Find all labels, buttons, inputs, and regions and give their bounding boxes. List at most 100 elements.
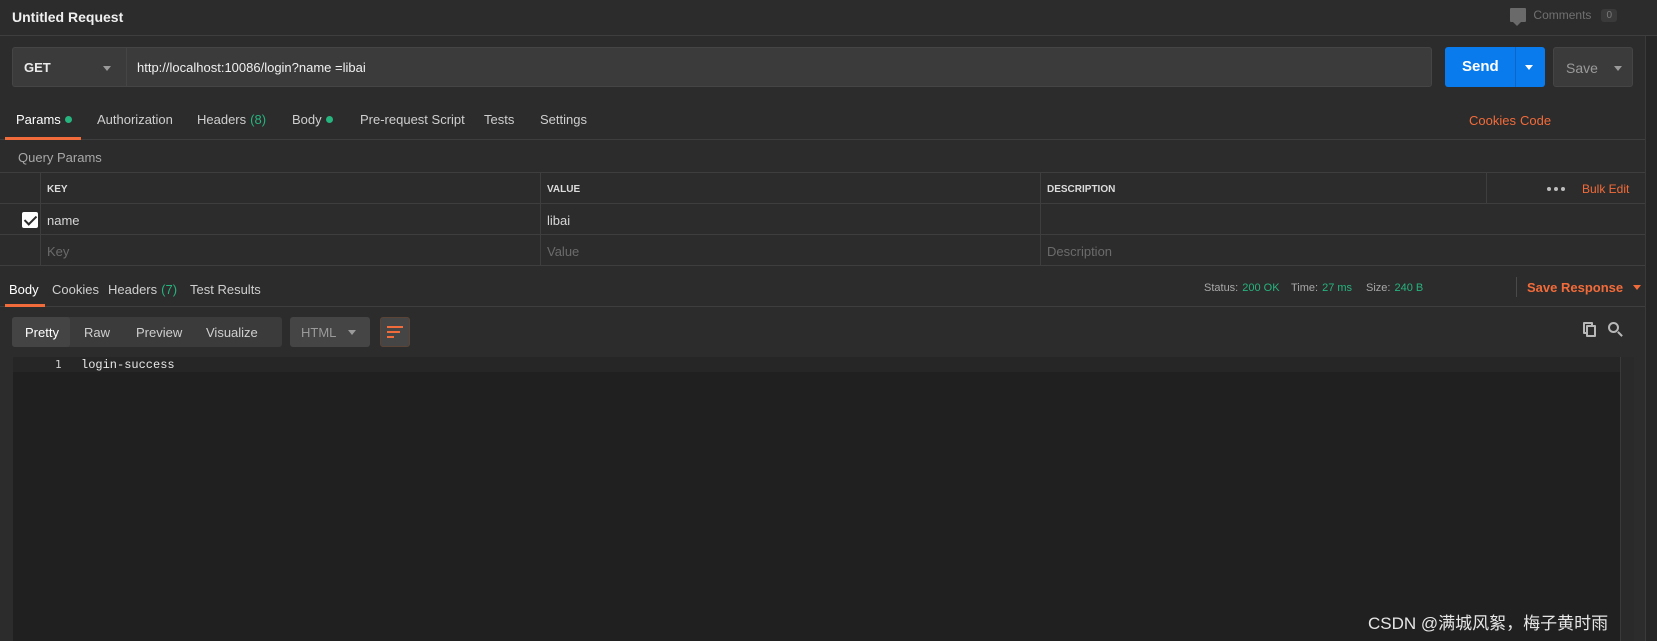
params-table: KEY VALUE DESCRIPTION Bulk Edit name lib… [0, 172, 1645, 266]
param-value: libai [547, 213, 571, 228]
param-value-cell[interactable]: libai [540, 204, 1040, 235]
comments-label: Comments [1533, 8, 1592, 22]
status-info: Status: 200 OK [1204, 282, 1280, 294]
line-number: 1 [55, 358, 62, 371]
editor-scrollbar[interactable] [1620, 357, 1634, 641]
watermark-text: CSDN @满城风絮，梅子黄时雨 [1368, 614, 1609, 633]
code-line: 1 login-success [13, 357, 1633, 372]
key-column-header: KEY [40, 173, 540, 204]
method-label: GET [24, 60, 51, 75]
description-header-label: DESCRIPTION [1047, 184, 1116, 195]
key-placeholder: Key [47, 244, 70, 259]
params-header-row: KEY VALUE DESCRIPTION Bulk Edit [0, 173, 1645, 204]
time-info: Time: 27 ms [1291, 282, 1352, 294]
query-params-label: Query Params [18, 150, 102, 165]
chevron-down-icon [103, 66, 111, 71]
table-row: name libai [0, 204, 1645, 235]
description-placeholder: Description [1047, 244, 1113, 259]
method-select[interactable]: GET [12, 47, 126, 87]
status-value: 200 OK [1242, 282, 1280, 294]
body-active-dot [325, 116, 333, 123]
more-horizontal-icon[interactable] [1547, 187, 1565, 191]
tab-response-cookies[interactable]: Cookies [52, 282, 99, 297]
header-divider [1486, 173, 1487, 204]
preview-button[interactable]: Preview [124, 317, 190, 347]
tab-authorization[interactable]: Authorization [97, 112, 173, 127]
title-bar: Untitled Request Comments 0 [0, 0, 1657, 36]
tab-response-headers[interactable]: Headers (7) [108, 282, 177, 297]
bulk-edit-link[interactable]: Bulk Edit [1582, 182, 1629, 196]
tab-settings[interactable]: Settings [540, 112, 587, 127]
status-divider [1516, 277, 1517, 297]
tab-headers-label: Headers [197, 112, 247, 127]
checkbox-checked-icon[interactable] [22, 212, 38, 228]
tab-params[interactable]: Params [16, 112, 72, 127]
active-tab-indicator [5, 137, 81, 140]
pretty-button[interactable]: Pretty [12, 317, 70, 347]
table-row-empty: Key Value Description [0, 235, 1645, 266]
active-response-tab-indicator [5, 304, 45, 307]
time-label: Time: [1291, 282, 1319, 294]
send-divider [1515, 47, 1516, 87]
pretty-label: Pretty [25, 325, 59, 340]
chevron-down-icon [348, 330, 356, 335]
new-key-input[interactable]: Key [40, 235, 540, 266]
param-key: name [47, 213, 80, 228]
comments-count-badge: 0 [1601, 8, 1617, 22]
send-button[interactable]: Send [1445, 47, 1545, 87]
send-label: Send [1462, 58, 1499, 75]
comments-button[interactable]: Comments 0 [1510, 8, 1617, 26]
save-label: Save [1566, 60, 1598, 76]
tab-response-body[interactable]: Body [9, 282, 39, 297]
tab-body-label: Body [292, 112, 322, 127]
tab-tests[interactable]: Tests [484, 112, 514, 127]
time-value: 27 ms [1322, 282, 1353, 294]
view-mode-group: Pretty Raw Preview Visualize [12, 317, 282, 347]
value-placeholder: Value [547, 244, 580, 259]
raw-button[interactable]: Raw [74, 317, 118, 347]
url-input[interactable]: http://localhost:10086/login?name =libai [126, 47, 1432, 87]
new-description-input[interactable]: Description [1040, 235, 1645, 266]
wrap-lines-button[interactable] [380, 317, 410, 347]
copy-icon[interactable] [1583, 322, 1596, 337]
chevron-down-icon [1633, 285, 1642, 290]
tab-body[interactable]: Body [292, 112, 333, 127]
page-scrollbar[interactable] [1645, 36, 1657, 641]
size-info: Size: 240 B [1366, 282, 1423, 294]
code-text: login-success [81, 358, 175, 372]
raw-label: Raw [84, 325, 111, 340]
key-header-label: KEY [47, 184, 68, 195]
response-tabs: Body Cookies Headers (7) Test Results Sta… [0, 266, 1657, 307]
tab-pre-request-script[interactable]: Pre-request Script [360, 112, 465, 127]
wrap-lines-icon [387, 325, 404, 339]
size-label: Size: [1366, 282, 1391, 294]
visualize-button[interactable]: Visualize [194, 317, 278, 347]
value-column-header: VALUE [540, 173, 1040, 204]
params-active-dot [64, 116, 72, 123]
format-select[interactable]: HTML [290, 317, 370, 347]
comments-icon [1510, 8, 1527, 26]
tab-response-headers-label: Headers [108, 282, 158, 297]
new-value-input[interactable]: Value [540, 235, 1040, 266]
visualize-label: Visualize [206, 325, 258, 340]
request-url-bar: GET http://localhost:10086/login?name =l… [0, 36, 1657, 98]
request-title[interactable]: Untitled Request [12, 9, 123, 25]
tab-headers[interactable]: Headers (8) [197, 112, 266, 127]
response-body-editor[interactable]: 1 login-success [13, 357, 1633, 641]
save-response-label: Save Response [1527, 280, 1624, 295]
param-description-cell[interactable] [1040, 204, 1645, 235]
tab-params-label: Params [16, 112, 61, 127]
response-headers-count: (7) [161, 282, 178, 297]
code-link[interactable]: Code [1520, 113, 1551, 128]
save-button[interactable]: Save [1553, 47, 1633, 87]
cookies-link[interactable]: Cookies [1469, 113, 1516, 128]
send-options-chevron-icon[interactable] [1525, 65, 1533, 70]
save-options-chevron-icon[interactable] [1614, 66, 1622, 71]
url-text: http://localhost:10086/login?name =libai [137, 60, 366, 75]
param-key-cell[interactable]: name [40, 204, 540, 235]
save-response-button[interactable]: Save Response [1527, 280, 1642, 295]
format-label: HTML [301, 325, 337, 340]
search-icon[interactable] [1608, 322, 1624, 338]
tab-test-results[interactable]: Test Results [190, 282, 261, 297]
headers-count: (8) [250, 112, 267, 127]
